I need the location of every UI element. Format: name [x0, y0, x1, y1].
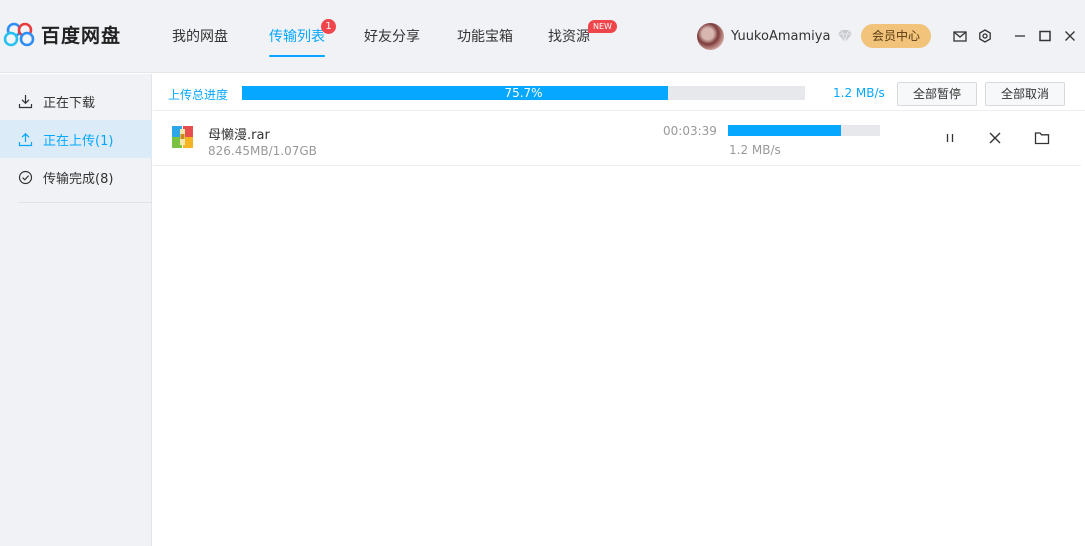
- username: YuukoAmamiya: [731, 28, 831, 44]
- tab-label: 我的网盘: [172, 29, 228, 45]
- avatar[interactable]: [697, 22, 724, 50]
- total-progress-bar: 75.7%: [242, 86, 805, 100]
- app-logo: 百度网盘: [3, 19, 123, 49]
- download-icon: [18, 94, 33, 108]
- upload-icon: [18, 132, 33, 146]
- time-remaining: 00:03:39: [663, 124, 717, 138]
- rar-file-icon: [172, 126, 193, 148]
- new-badge: NEW: [588, 20, 617, 33]
- file-name: 母懒漫.rar: [208, 128, 270, 143]
- tab-find-resources[interactable]: 找资源 NEW: [548, 20, 617, 46]
- check-circle-icon: [18, 170, 33, 184]
- active-tab-indicator: [269, 55, 325, 57]
- title-bar: 百度网盘 我的网盘 传输列表 1 好友分享 功能宝箱 找资源 NEW Yuuko…: [0, 0, 1085, 73]
- transfer-panel: 上传总进度 75.7% 1.2 MB/s 全部暂停 全部取消 母懒漫.rar 8…: [153, 74, 1085, 546]
- vip-diamond-icon: [838, 29, 853, 43]
- sidebar: 正在下载 正在上传(1) 传输完成(8): [0, 74, 152, 546]
- sidebar-item-label: 正在上传(1): [43, 133, 114, 149]
- notification-badge: 1: [321, 19, 336, 34]
- file-progress-bar: [728, 125, 880, 136]
- table-row[interactable]: 母懒漫.rar 826.45MB/1.07GB 00:03:39 1.2 MB/…: [153, 112, 1081, 166]
- file-speed: 1.2 MB/s: [729, 143, 781, 157]
- app-window: 百度网盘 我的网盘 传输列表 1 好友分享 功能宝箱 找资源 NEW Yuuko…: [0, 0, 1085, 546]
- minimize-icon[interactable]: [1011, 27, 1029, 45]
- upload-summary-bar: 上传总进度 75.7% 1.2 MB/s 全部暂停 全部取消: [153, 74, 1085, 111]
- pause-all-button[interactable]: 全部暂停: [897, 82, 977, 106]
- tab-toolbox[interactable]: 功能宝箱: [457, 26, 513, 46]
- total-progress-percent: 75.7%: [504, 86, 543, 100]
- cancel-icon[interactable]: [985, 128, 1005, 148]
- total-progress-label: 上传总进度: [168, 88, 229, 102]
- tab-friend-share[interactable]: 好友分享: [364, 26, 420, 46]
- sidebar-item-completed[interactable]: 传输完成(8): [0, 158, 152, 196]
- cancel-all-button[interactable]: 全部取消: [985, 82, 1065, 106]
- sidebar-item-label: 传输完成(8): [43, 171, 114, 187]
- tab-my-disk[interactable]: 我的网盘: [172, 26, 228, 46]
- tab-label: 好友分享: [364, 29, 420, 45]
- sidebar-item-label: 正在下载: [43, 95, 96, 111]
- tab-label: 找资源: [548, 29, 590, 45]
- file-progress-fill: [728, 125, 841, 136]
- sidebar-item-downloading[interactable]: 正在下载: [0, 82, 152, 120]
- user-profile[interactable]: YuukoAmamiya: [697, 22, 853, 50]
- settings-icon[interactable]: [976, 27, 994, 45]
- file-size: 826.45MB/1.07GB: [208, 144, 317, 158]
- pause-icon[interactable]: [940, 128, 960, 148]
- maximize-icon[interactable]: [1036, 27, 1054, 45]
- tab-transfer-list[interactable]: 传输列表 1: [269, 19, 336, 57]
- app-title: 百度网盘: [41, 24, 122, 47]
- sidebar-item-uploading[interactable]: 正在上传(1): [0, 120, 152, 158]
- tab-label: 传输列表: [269, 29, 325, 45]
- vip-center-button[interactable]: 会员中心: [861, 24, 931, 48]
- sidebar-divider: [18, 202, 152, 203]
- tab-label: 功能宝箱: [457, 29, 513, 45]
- open-folder-icon[interactable]: [1032, 128, 1052, 148]
- total-speed: 1.2 MB/s: [833, 86, 885, 100]
- close-icon[interactable]: [1061, 27, 1079, 45]
- mail-icon[interactable]: [951, 27, 969, 45]
- cloud-logo-icon: [3, 22, 35, 47]
